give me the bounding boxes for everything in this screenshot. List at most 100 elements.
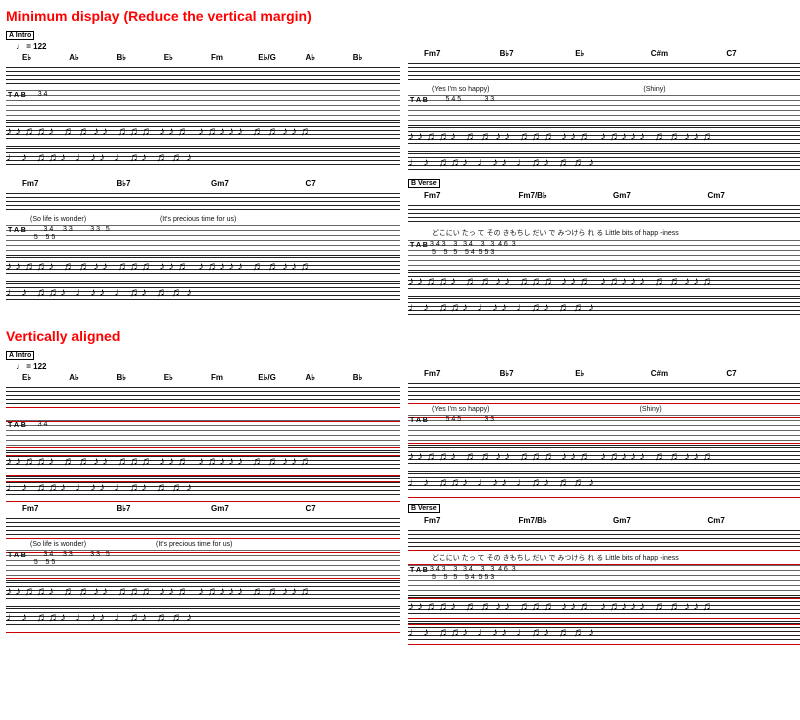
score-panel: B Verse Fm7Fm7/B♭ Gm7Cm7 どこにい たっ て その きも… [408,177,800,316]
chord-row: Fm7B♭7 Gm7C7 [22,179,400,189]
tab-numbers: 3 4 3 3 3 3 5 5 5 5 [28,226,396,242]
vocal-staff [408,61,800,83]
aligned-stack: どこにい たっ て その きもちし だい で みつけら れ る Little b… [408,528,800,641]
section-mark-verse: B Verse [408,504,440,513]
tab-numbers: 3 4 [28,421,396,429]
score-panel: Fm7B♭7 Gm7C7 (So life is wonder)(It's pr… [6,502,400,641]
vocal-staff [6,385,400,407]
lyrics-line [30,410,400,418]
vocal-staff [6,516,400,538]
heading-aligned: Vertically aligned [6,328,800,344]
lyrics-line: どこにい たっ て その きもちし だい で みつけら れ る Little b… [432,553,800,563]
chord-row: Fm7Fm7/B♭ Gm7Cm7 [424,191,800,201]
tab-label: T A B [8,422,26,429]
alignment-line [408,497,800,498]
aligned-stack: (So life is wonder)(It's precious time f… [6,516,400,626]
piano-grand-staff: ♪♪♫♫♪ ♬♬♪♪ ♫♫♫ ♪♪♬ ♪♫♪♪♪ ♬♬♪♪♫ ♩♪ ♫♫♪ ♩♪… [6,120,400,166]
section-mark-intro: A Intro [6,31,34,40]
notation: ♪♪♫♫♪ ♬♬♪♪ ♫♫♫ ♪♪♬ ♪♫♪♪♪ ♬♬♪♪♫ [6,120,400,140]
vocal-staff [408,381,800,403]
notation: ♪♪♫♫♪ ♬♬♪♪ ♫♫♫ ♪♪♬ ♪♫♪♪♪ ♬♬♪♪♫ [408,445,800,465]
alignment-line [6,632,400,633]
score-panel: Fm7B♭7 E♭C#m C7 (Yes I'm so happy)(Shiny… [408,349,800,496]
tab-staff: T A B 5 4 5 3 3 [408,95,800,123]
alignment-line [6,578,400,579]
notation: ♪♪♫♫♪ ♬♬♪♪ ♫♫♫ ♪♪♬ ♪♫♪♪♪ ♬♬♪♪♫ [408,125,800,145]
chord-row: Fm7B♭7 E♭C#m C7 [424,49,800,59]
section-mark-verse: B Verse [408,179,440,188]
tab-staff: T A B 3 4 3 3 3 3 5 5 5 5 [6,225,400,253]
system-row: A Intro ♩ = 122 E♭A♭ B♭E♭ FmE♭/G A♭B♭ [6,349,800,496]
heading-minimum: Minimum display (Reduce the vertical mar… [6,8,800,24]
chord-row: Fm7B♭7 Gm7C7 [22,504,400,514]
chord-row: Fm7B♭7 E♭C#m C7 [424,369,800,379]
notation: ♩♪ ♫♫♪ ♩♪♪ ♩♫♪ ♬♬♪ [408,621,800,641]
piano-grand-staff: ♪♪♫♫♪ ♬♬♪♪ ♫♫♫ ♪♪♬ ♪♫♪♪♪ ♬♬♪♪♫ ♩♪ ♫♫♪ ♩♪… [408,270,800,316]
alignment-line [408,443,800,444]
tempo-mark: ♩ = 122 [16,362,400,371]
tempo-mark: ♩ = 122 [16,42,400,51]
vocal-staff [6,191,400,213]
tab-numbers: 3 4 3 3 3 4 3 3 4 6 3 5 5 5 5 4 5 5 3 [430,241,798,257]
score-panel: B Verse Fm7Fm7/B♭ Gm7Cm7 どこにい たっ て その きも… [408,502,800,641]
score-panel: Fm7B♭7 E♭C#m C7 (Yes I'm so happy) (Shin… [408,29,800,171]
lyrics-line: (So life is wonder)(It's precious time f… [30,541,400,548]
notation: ♩♪ ♫♫♪ ♩♪♪ ♩♫♪ ♬♬♪ [408,296,800,316]
notation: ♪♪♫♫♪ ♬♬♪♪ ♫♫♫ ♪♪♬ ♪♫♪♪♪ ♬♬♪♪♫ [6,580,400,600]
alignment-line [408,644,800,645]
score-minimum: A Intro ♩ = 122 E♭A♭ B♭E♭ FmE♭/G A♭B♭ T … [4,27,800,324]
alignment-line [6,407,400,408]
score-aligned: A Intro ♩ = 122 E♭A♭ B♭E♭ FmE♭/G A♭B♭ [4,347,800,649]
system-row: A Intro ♩ = 122 E♭A♭ B♭E♭ FmE♭/G A♭B♭ T … [6,29,800,171]
notation: ♩♪ ♫♫♪ ♩♪♪ ♩♫♪ ♬♬♪ [6,281,400,301]
piano-grand-staff: ♪♪♫♫♪ ♬♬♪♪ ♫♫♫ ♪♪♬ ♪♫♪♪♪ ♬♬♪♪♫ ♩♪ ♫♫♪ ♩♪… [408,125,800,171]
notation: ♪♪♫♫♪ ♬♬♪♪ ♫♫♫ ♪♪♬ ♪♫♪♪♪ ♬♬♪♪♫ [6,450,400,470]
notation: ♩♪ ♫♫♪ ♩♪♪ ♩♫♪ ♬♬♪ [408,151,800,171]
tab-numbers: 3 4 3 3 3 3 5 5 5 5 [28,551,396,567]
lyrics-line: どこにい たっ て その きもちし だい で みつけら れ る Little b… [432,228,800,238]
aligned-stack: T A B 3 4 ♪♪♫♫♪ ♬♬♪♪ ♫♫♫ ♪♪♬ ♪♫♪♪♪ ♬♬♪♪♫… [6,385,400,496]
section-mark-intro: A Intro [6,351,34,360]
alignment-line [408,550,800,551]
tab-numbers: 3 4 3 3 3 4 3 3 4 6 3 5 5 5 5 4 5 5 3 [430,566,798,582]
tab-label: T A B [8,92,26,99]
system-row: Fm7B♭7 Gm7C7 (So life is wonder) (It's p… [6,177,800,316]
piano-grand-staff: ♪♪♫♫♪ ♬♬♪♪ ♫♫♫ ♪♪♬ ♪♫♪♪♪ ♬♬♪♪♫ ♩♪ ♫♫♪ ♩♪… [6,450,400,496]
tab-label: T A B [410,242,428,249]
notation: ♪♪♫♫♪ ♬♬♪♪ ♫♫♫ ♪♪♬ ♪♫♪♪♪ ♬♬♪♪♫ [408,270,800,290]
aligned-stack: (Yes I'm so happy)(Shiny) T A B 5 4 5 3 … [408,381,800,491]
notation: ♩♪ ♫♫♪ ♩♪♪ ♩♫♪ ♬♬♪ [6,146,400,166]
vocal-staff [408,528,800,550]
tab-label: T A B [410,417,428,424]
notation: ♪♪♫♫♪ ♬♬♪♪ ♫♫♫ ♪♪♬ ♪♫♪♪♪ ♬♬♪♪♫ [408,595,800,615]
lyrics-line: (So life is wonder) (It's precious time … [30,216,400,223]
tab-staff: T A B 3 4 3 3 3 4 3 3 4 6 3 5 5 5 5 4 5 … [408,240,800,268]
tab-numbers: 3 4 [28,91,396,99]
piano-grand-staff: ♪♪♫♫♪ ♬♬♪♪ ♫♫♫ ♪♪♬ ♪♫♪♪♪ ♬♬♪♪♫ ♩♪ ♫♫♪ ♩♪… [6,255,400,301]
tab-staff: T A B 5 4 5 3 3 [408,415,800,443]
tab-label: T A B [8,552,26,559]
piano-grand-staff: ♪♪♫♫♪ ♬♬♪♪ ♫♫♫ ♪♪♬ ♪♫♪♪♪ ♬♬♪♪♫ ♩♪ ♫♫♪ ♩♪… [408,445,800,491]
lyrics-line: (Yes I'm so happy) (Shiny) [432,86,800,93]
chord-row: E♭A♭ B♭E♭ FmE♭/G A♭B♭ [22,373,400,383]
chord-row: E♭A♭ B♭E♭ FmE♭/G A♭B♭ [22,53,400,63]
notation: ♩♪ ♫♫♪ ♩♪♪ ♩♫♪ ♬♬♪ [6,476,400,496]
chord-row: Fm7Fm7/B♭ Gm7Cm7 [424,516,800,526]
vocal-staff [408,203,800,225]
lyrics-line: (Yes I'm so happy)(Shiny) [432,406,800,413]
piano-grand-staff: ♪♪♫♫♪ ♬♬♪♪ ♫♫♫ ♪♪♬ ♪♫♪♪♪ ♬♬♪♪♫ ♩♪ ♫♫♪ ♩♪… [408,595,800,641]
tab-label: T A B [8,227,26,234]
system-row: Fm7B♭7 Gm7C7 (So life is wonder)(It's pr… [6,502,800,641]
notation: ♩♪ ♫♫♪ ♩♪♪ ♩♫♪ ♬♬♪ [408,471,800,491]
tab-numbers: 5 4 5 3 3 [430,96,798,104]
tab-numbers: 5 4 5 3 3 [430,416,798,424]
tab-staff: T A B 3 4 3 3 3 4 3 3 4 6 3 5 5 5 5 4 5 … [408,565,800,593]
score-panel: Fm7B♭7 Gm7C7 (So life is wonder) (It's p… [6,177,400,316]
notation: ♪♪♫♫♪ ♬♬♪♪ ♫♫♫ ♪♪♬ ♪♫♪♪♪ ♬♬♪♪♫ [6,255,400,275]
piano-grand-staff: ♪♪♫♫♪ ♬♬♪♪ ♫♫♫ ♪♪♬ ♪♫♪♪♪ ♬♬♪♪♫ ♩♪ ♫♫♪ ♩♪… [6,580,400,626]
tab-label: T A B [410,567,428,574]
tab-staff: T A B 3 4 3 3 3 3 5 5 5 5 [6,550,400,578]
notation: ♩♪ ♫♫♪ ♩♪♪ ♩♫♪ ♬♬♪ [6,606,400,626]
vocal-staff [6,65,400,87]
tab-staff: T A B 3 4 [6,90,400,118]
